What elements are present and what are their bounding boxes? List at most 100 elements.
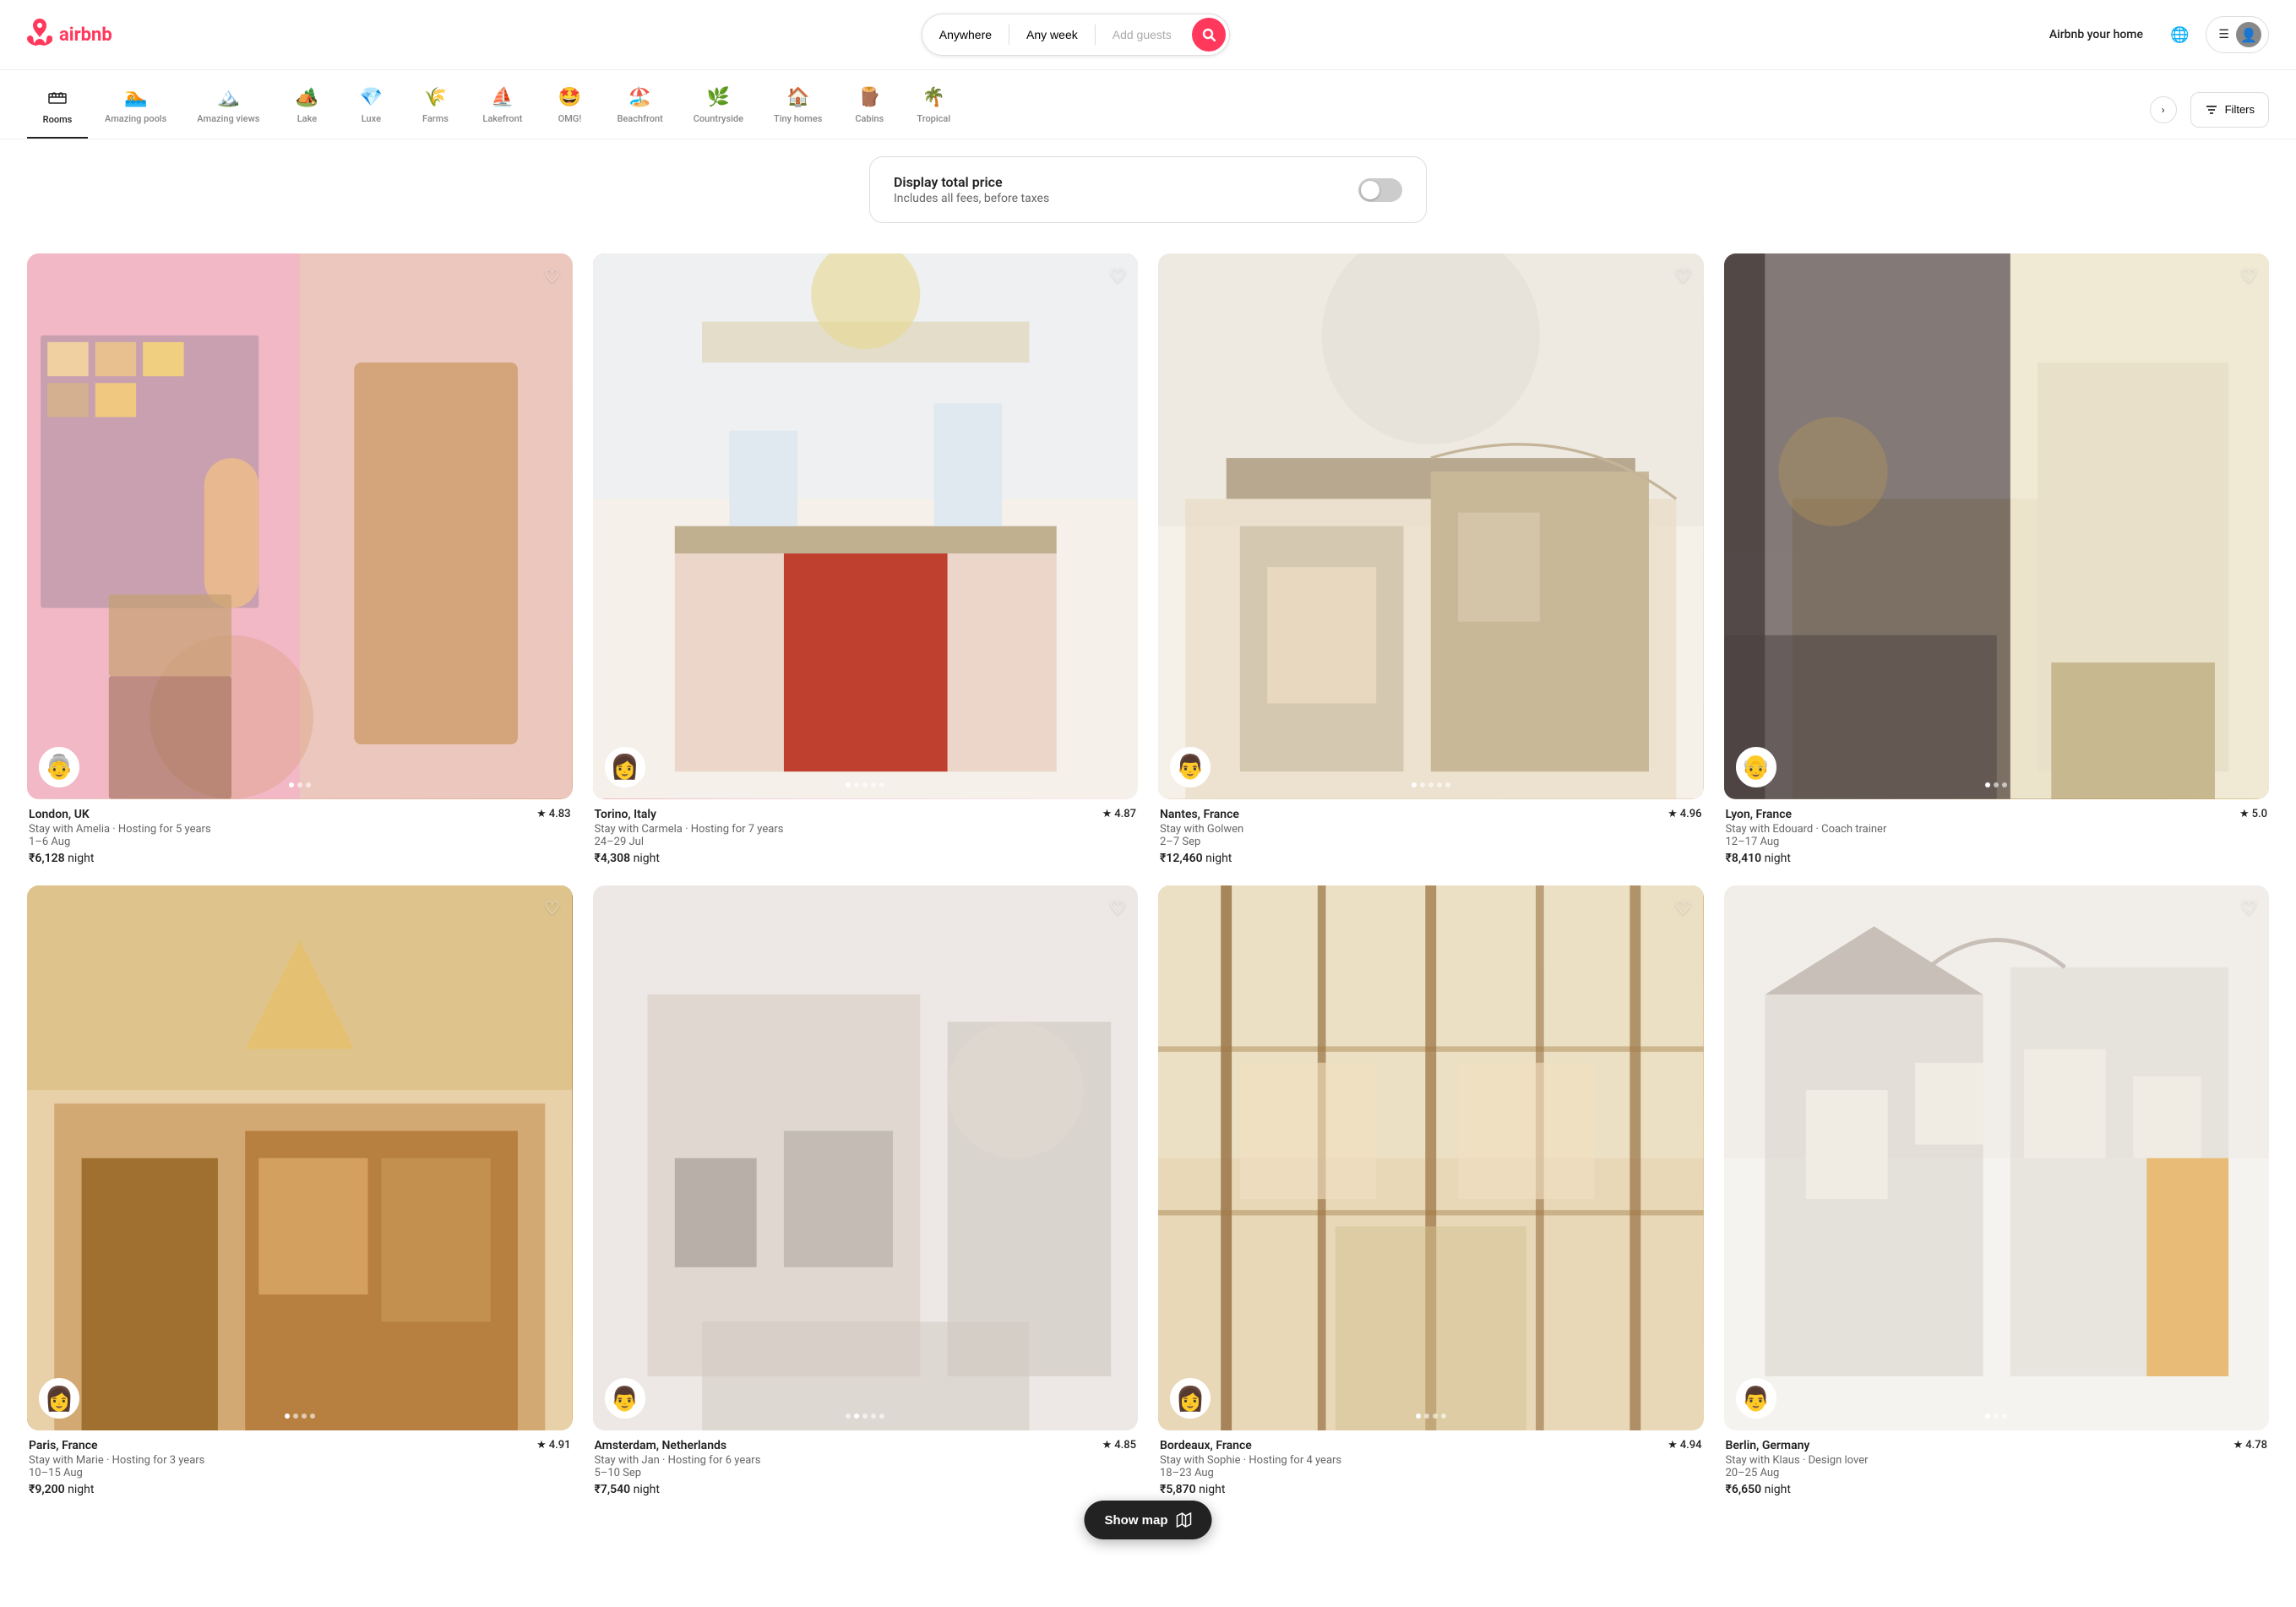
price-unit: night	[68, 1483, 94, 1496]
date-search[interactable]: Any week	[1009, 19, 1095, 50]
rating-value: 4.85	[1114, 1439, 1136, 1452]
category-item-rooms[interactable]: Rooms	[27, 80, 88, 139]
listing-rating: ★ 4.83	[536, 808, 570, 820]
category-item-omg[interactable]: 🤩 OMG!	[539, 80, 600, 139]
amazing-pools-icon: 🏊	[124, 87, 147, 108]
rooms-icon	[47, 87, 68, 109]
category-item-tropical[interactable]: 🌴 Tropical	[903, 80, 964, 139]
image-dots	[1412, 782, 1450, 787]
wishlist-button[interactable]: ♡	[1109, 897, 1126, 919]
category-item-farms[interactable]: 🌾 Farms	[405, 80, 465, 139]
price-unit: night	[634, 852, 660, 865]
host-link[interactable]: Airbnb your home	[2039, 21, 2153, 48]
dot	[871, 1414, 876, 1419]
dot	[879, 782, 884, 787]
show-map-button[interactable]: Show map	[1084, 1501, 1211, 1539]
image-dots	[1985, 1414, 2007, 1419]
listings-grid: ♡ 👵 London, UK ★ 4.83 Stay with Amelia ·…	[0, 240, 2296, 1564]
listing-card[interactable]: ♡ 👴 Lyon, France ★ 5.0 Stay with Edouard…	[1724, 253, 2270, 865]
card-top-row: Paris, France ★ 4.91	[29, 1439, 571, 1452]
category-item-luxe[interactable]: 💎 Luxe	[340, 80, 401, 139]
listing-card[interactable]: ♡ 👨 Nantes, France ★ 4.96 Stay with Golw…	[1158, 253, 1704, 865]
total-price-toggle[interactable]	[1358, 178, 1402, 202]
location-search[interactable]: Anywhere	[922, 19, 1009, 50]
listing-image	[1724, 885, 2270, 1431]
card-top-row: Bordeaux, France ★ 4.94	[1160, 1439, 1702, 1452]
dot	[1445, 782, 1450, 787]
star-icon: ★	[1102, 1439, 1113, 1452]
wishlist-button[interactable]: ♡	[2240, 265, 2257, 287]
listing-card[interactable]: ♡ 👩 Torino, Italy ★ 4.87 Stay with Carme…	[593, 253, 1139, 865]
host-avatar: 👨	[605, 1378, 645, 1419]
header: airbnb Anywhere Any week Add guests Airb…	[0, 0, 2296, 70]
listing-image-wrapper: ♡ 👵	[27, 253, 573, 799]
nav-scroll-right-button[interactable]: ›	[2150, 96, 2177, 123]
category-item-tiny-homes[interactable]: 🏠 Tiny homes	[760, 80, 835, 139]
wishlist-button[interactable]: ♡	[1675, 897, 1692, 919]
listing-rating: ★ 4.94	[1668, 1439, 1701, 1452]
category-item-lake[interactable]: 🏕️ Lake	[276, 80, 337, 139]
category-item-cabins[interactable]: 🪵 Cabins	[839, 80, 900, 139]
listing-price: ₹5,870 night	[1160, 1483, 1702, 1496]
user-menu[interactable]: ☰ 👤	[2206, 16, 2269, 53]
dot	[1412, 782, 1417, 787]
category-item-lakefront[interactable]: ⛵ Lakefront	[469, 80, 536, 139]
listing-price: ₹4,308 night	[595, 852, 1137, 865]
listing-image	[1158, 253, 1704, 799]
lakefront-icon: ⛵	[491, 87, 514, 108]
wishlist-button[interactable]: ♡	[544, 265, 561, 287]
host-avatar: 👵	[39, 747, 79, 787]
listing-card[interactable]: ♡ 👩 Paris, France ★ 4.91 Stay with Marie…	[27, 885, 573, 1497]
avatar: 👤	[2236, 22, 2261, 47]
category-item-beachfront[interactable]: 🏖️ Beachfront	[603, 80, 676, 139]
listing-card[interactable]: ♡ 👨 Berlin, Germany ★ 4.78 Stay with Kla…	[1724, 885, 2270, 1497]
price-banner-title: Display total price	[894, 174, 1049, 190]
category-item-amazing-pools[interactable]: 🏊 Amazing pools	[91, 80, 180, 139]
logo[interactable]: airbnb	[27, 19, 112, 52]
listing-card[interactable]: ♡ 👵 London, UK ★ 4.83 Stay with Amelia ·…	[27, 253, 573, 865]
luxe-icon: 💎	[360, 87, 383, 108]
listing-rating: ★ 4.85	[1102, 1439, 1136, 1452]
listing-location: London, UK	[29, 808, 90, 821]
listing-dates: 10–15 Aug	[29, 1467, 571, 1479]
wishlist-button[interactable]: ♡	[1109, 265, 1126, 287]
tiny-homes-icon: 🏠	[786, 87, 809, 108]
price-unit: night	[1205, 852, 1232, 865]
dot	[846, 1414, 851, 1419]
price-banner-subtitle: Includes all fees, before taxes	[894, 192, 1049, 205]
guests-search[interactable]: Add guests	[1096, 19, 1189, 50]
listing-card[interactable]: ♡ 👨 Amsterdam, Netherlands ★ 4.85 Stay w…	[593, 885, 1139, 1497]
wishlist-button[interactable]: ♡	[1675, 265, 1692, 287]
host-avatar: 👨	[1170, 747, 1211, 787]
language-button[interactable]: 🌐	[2163, 19, 2195, 51]
rating-value: 4.83	[549, 808, 571, 820]
wishlist-button[interactable]: ♡	[2240, 897, 2257, 919]
listing-image-wrapper: ♡ 👨	[593, 885, 1139, 1431]
search-submit-button[interactable]	[1192, 18, 1226, 52]
image-dots	[289, 782, 311, 787]
dot	[2002, 1414, 2007, 1419]
star-icon: ★	[1668, 1439, 1678, 1452]
category-item-countryside[interactable]: 🌿 Countryside	[680, 80, 757, 139]
header-right: Airbnb your home 🌐 ☰ 👤	[2039, 16, 2269, 53]
filters-button[interactable]: Filters	[2190, 92, 2269, 128]
listing-description: Stay with Golwen	[1160, 823, 1702, 836]
image-dots	[846, 782, 884, 787]
star-icon: ★	[2239, 808, 2250, 820]
wishlist-button[interactable]: ♡	[544, 897, 561, 919]
category-label: Tropical	[917, 113, 950, 124]
cabins-icon: 🪵	[858, 87, 881, 108]
listing-card[interactable]: ♡ 👩 Bordeaux, France ★ 4.94 Stay with So…	[1158, 885, 1704, 1497]
host-avatar: 👩	[605, 747, 645, 787]
category-label: Luxe	[362, 113, 381, 124]
amazing-views-icon: 🏔️	[217, 87, 240, 108]
card-top-row: London, UK ★ 4.83	[29, 808, 571, 821]
dot	[1424, 1414, 1429, 1419]
star-icon: ★	[2233, 1439, 2244, 1452]
dot	[1441, 1414, 1446, 1419]
listing-image	[1724, 253, 2270, 799]
listing-description: Stay with Edouard · Coach trainer	[1726, 823, 2268, 836]
brand-name: airbnb	[59, 25, 112, 46]
category-item-amazing-views[interactable]: 🏔️ Amazing views	[183, 80, 273, 139]
hamburger-icon: ☰	[2218, 28, 2229, 41]
